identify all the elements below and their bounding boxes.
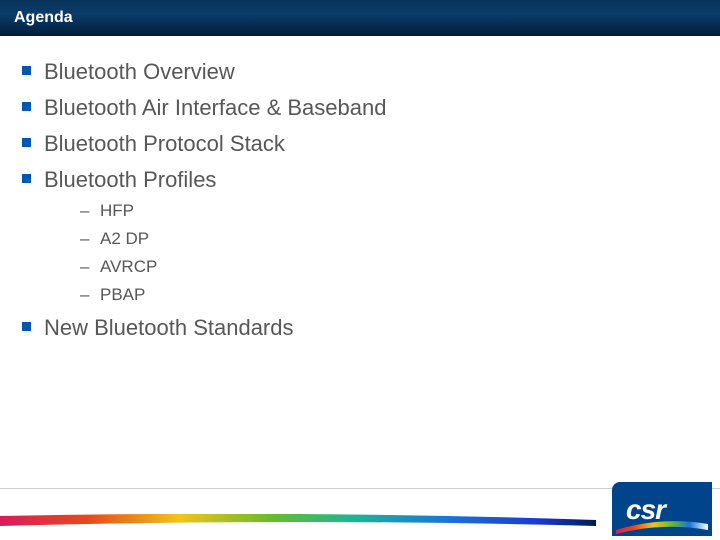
slide: Agenda Bluetooth Overview Bluetooth Air … [0,0,720,540]
list-item-label: Bluetooth Air Interface & Baseband [44,95,386,120]
dash-icon: – [80,228,89,250]
sub-list: – HFP – A2 DP – AVRCP – PBAP [44,200,682,306]
bullet-square-icon [22,174,31,183]
slide-title-bar: Agenda [0,0,720,36]
csr-logo: csr [612,482,712,536]
bullet-square-icon [22,138,31,147]
list-item: Bluetooth Protocol Stack [22,130,682,158]
sub-list-item-label: PBAP [100,285,145,304]
swoosh-icon [616,516,708,534]
sub-list-item-label: A2 DP [100,229,149,248]
list-item-label: Bluetooth Protocol Stack [44,131,285,156]
list-item: Bluetooth Profiles – HFP – A2 DP – AVRCP [22,166,682,306]
list-item-label: Bluetooth Overview [44,59,235,84]
list-item: New Bluetooth Standards [22,314,682,342]
list-item: Bluetooth Air Interface & Baseband [22,94,682,122]
dash-icon: – [80,284,89,306]
sub-list-item: – AVRCP [80,256,682,278]
list-item-label: New Bluetooth Standards [44,315,294,340]
dash-icon: – [80,200,89,222]
sub-list-item: – A2 DP [80,228,682,250]
sub-list-item: – PBAP [80,284,682,306]
sub-list-item-label: AVRCP [100,257,157,276]
sub-list-item: – HFP [80,200,682,222]
slide-footer: csr [0,488,720,540]
bullet-square-icon [22,66,31,75]
agenda-list: Bluetooth Overview Bluetooth Air Interfa… [22,58,682,342]
sub-list-item-label: HFP [100,201,134,220]
rainbow-stripe-icon [0,514,596,526]
list-item: Bluetooth Overview [22,58,682,86]
list-item-label: Bluetooth Profiles [44,167,216,192]
dash-icon: – [80,256,89,278]
bullet-square-icon [22,322,31,331]
slide-title: Agenda [14,9,73,26]
bullet-square-icon [22,102,31,111]
slide-content: Bluetooth Overview Bluetooth Air Interfa… [22,58,682,350]
